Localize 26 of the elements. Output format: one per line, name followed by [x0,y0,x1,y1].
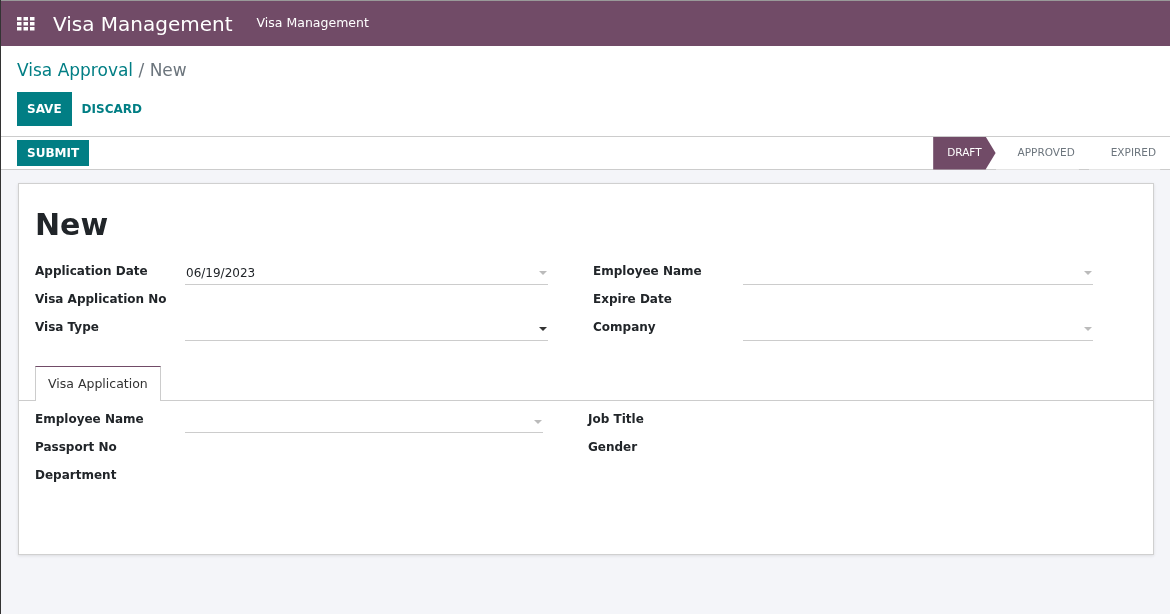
breadcrumb-current: New [149,60,187,80]
field-label: Employee Name [35,411,145,429]
field-label: Department [35,467,118,485]
apps-menu-icon[interactable] [17,16,35,31]
app-title: Visa Management [53,10,233,38]
submit-button[interactable]: SUBMIT [17,139,90,166]
save-button[interactable]: SAVE [17,91,72,126]
status-stage[interactable]: DRAFT [933,136,996,170]
field-label: Expire Date [593,290,673,308]
field-label: Passport No [35,439,118,457]
field-label: Job Title [588,411,645,429]
field-value: 06/19/2023 [186,265,256,282]
breadcrumb-link[interactable]: Visa Approval [17,60,134,80]
field-label: Application Date [35,262,149,280]
menu-item[interactable]: Visa Management [256,14,369,33]
record-title: New [34,205,110,244]
dropdown-field[interactable]: 06/19/2023 [185,262,548,285]
field-label: Visa Type [35,318,100,336]
field-label: Visa Application No [35,290,168,308]
field-label: Company [593,318,657,336]
field-label: Gender [588,439,639,457]
breadcrumb-separator: / [138,60,145,80]
field-label: Employee Name [593,262,703,280]
form-tab[interactable]: Visa Application [35,365,161,402]
caret-icon[interactable] [539,327,547,331]
discard-button[interactable]: DISCARD [71,91,152,126]
